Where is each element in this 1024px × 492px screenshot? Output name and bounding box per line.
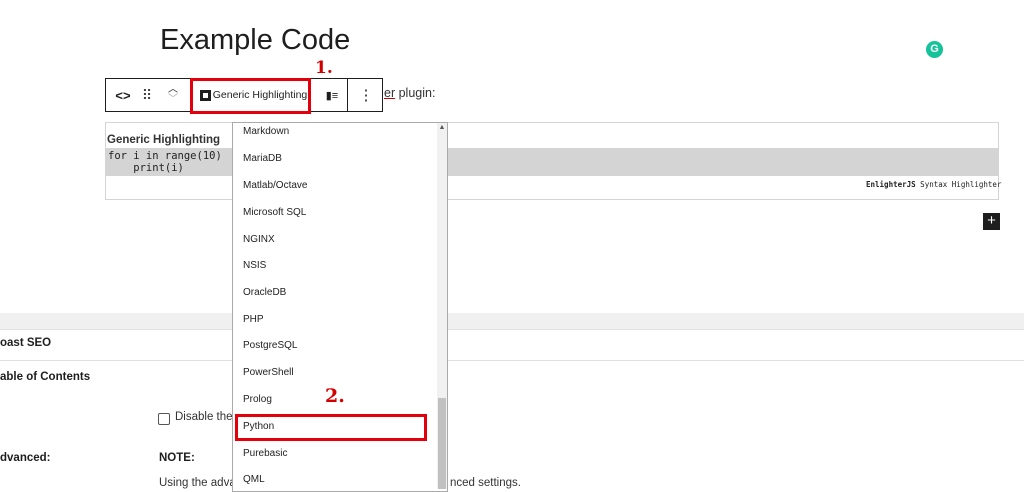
paragraph-text: er plugin:: [384, 86, 436, 100]
dropdown-option[interactable]: MariaDB: [243, 153, 282, 164]
code-content[interactable]: for i in range(10) print(i): [108, 150, 222, 174]
page-title: Example Code: [160, 24, 351, 56]
advanced-label: dvanced:: [0, 452, 51, 464]
syntax-highlighter-credit: EnlighterJS Syntax Highlighter: [866, 180, 1002, 189]
table-of-contents-panel-title[interactable]: able of Contents: [0, 371, 90, 383]
dropdown-option[interactable]: NGINX: [243, 234, 275, 245]
move-down-icon[interactable]: ﹀: [168, 95, 178, 105]
yoast-seo-panel-title[interactable]: oast SEO: [0, 337, 51, 349]
dropdown-option[interactable]: PowerShell: [243, 367, 294, 378]
code-language-label: Generic Highlighting: [107, 134, 221, 146]
divider: [0, 360, 1024, 361]
note-label: NOTE:: [159, 452, 195, 464]
step1-marker: 1.: [315, 58, 333, 78]
dropdown-option[interactable]: PHP: [243, 314, 264, 325]
advanced-note-text-tail: nced settings.: [450, 477, 521, 489]
editor-footer-divider: [0, 313, 1024, 329]
code-block-icon[interactable]: <>: [108, 79, 138, 111]
more-options-icon[interactable]: ⋮: [350, 79, 382, 111]
dropdown-option[interactable]: QML: [243, 474, 265, 485]
drag-handle-icon[interactable]: ⠿: [136, 79, 158, 111]
advanced-note-text: Using the advan: [159, 477, 243, 489]
align-button[interactable]: ▮≡: [318, 79, 346, 111]
add-block-button[interactable]: +: [983, 213, 1000, 230]
toolbar-divider: [347, 79, 348, 111]
scroll-up-arrow-icon[interactable]: ▲: [437, 123, 447, 133]
dropdown-option[interactable]: Microsoft SQL: [243, 207, 306, 218]
dropdown-option[interactable]: PostgreSQL: [243, 340, 297, 351]
dropdown-option[interactable]: Matlab/Octave: [243, 180, 307, 191]
step2-marker: 2.: [325, 385, 345, 407]
dropdown-option[interactable]: Purebasic: [243, 448, 287, 459]
dropdown-option[interactable]: NSIS: [243, 260, 266, 271]
dropdown-option[interactable]: Markdown: [243, 126, 289, 137]
grammarly-icon[interactable]: G: [926, 41, 943, 58]
disable-checkbox[interactable]: [158, 413, 170, 425]
move-block-controls: ︿ ﹀: [160, 79, 186, 111]
dropdown-option[interactable]: OracleDB: [243, 287, 286, 298]
dropdown-scrollbar-thumb[interactable]: [438, 398, 446, 489]
divider: [0, 329, 1024, 330]
step1-highlight-box: [190, 78, 311, 114]
step2-highlight-box: [235, 414, 427, 441]
dropdown-option[interactable]: Prolog: [243, 394, 272, 405]
